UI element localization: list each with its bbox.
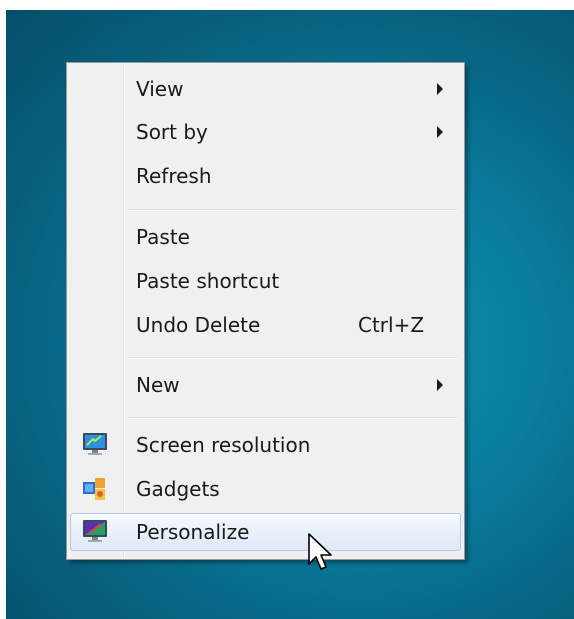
gadgets-icon <box>81 476 109 502</box>
menu-item-label: New <box>136 373 180 397</box>
menu-item-gadgets[interactable]: Gadgets <box>70 470 461 508</box>
menu-item-label: Paste shortcut <box>136 269 280 293</box>
menu-item-paste[interactable]: Paste <box>70 218 461 256</box>
menu-item-personalize[interactable]: Personalize <box>70 513 461 551</box>
menu-item-screen-resolution[interactable]: Screen resolution <box>70 426 461 464</box>
keyboard-shortcut: Ctrl+Z <box>358 313 425 337</box>
monitor-icon <box>81 432 109 458</box>
menu-separator <box>127 357 458 359</box>
menu-item-label: Undo Delete <box>136 313 261 337</box>
personalize-monitor-icon <box>81 519 109 545</box>
menu-item-sort-by[interactable]: Sort by <box>70 113 461 151</box>
menu-item-label: Screen resolution <box>136 433 311 457</box>
menu-item-undo-delete[interactable]: Undo Delete Ctrl+Z <box>70 306 461 344</box>
menu-item-label: Gadgets <box>136 477 220 501</box>
menu-item-refresh[interactable]: Refresh <box>70 157 461 195</box>
menu-item-view[interactable]: View <box>70 70 461 108</box>
menu-item-new[interactable]: New <box>70 366 461 404</box>
desktop-context-menu: View Sort by Refresh Paste Paste shortcu… <box>66 62 465 560</box>
menu-item-label: Sort by <box>136 120 208 144</box>
menu-item-label: Personalize <box>136 520 250 544</box>
menu-item-label: Refresh <box>136 164 212 188</box>
menu-item-label: Paste <box>136 225 190 249</box>
menu-separator <box>127 209 458 211</box>
submenu-arrow-icon <box>437 379 443 391</box>
menu-item-label: View <box>136 77 184 101</box>
menu-item-paste-shortcut[interactable]: Paste shortcut <box>70 262 461 300</box>
submenu-arrow-icon <box>437 83 443 95</box>
menu-separator <box>127 417 458 419</box>
mouse-pointer-icon <box>308 533 332 570</box>
submenu-arrow-icon <box>437 126 443 138</box>
